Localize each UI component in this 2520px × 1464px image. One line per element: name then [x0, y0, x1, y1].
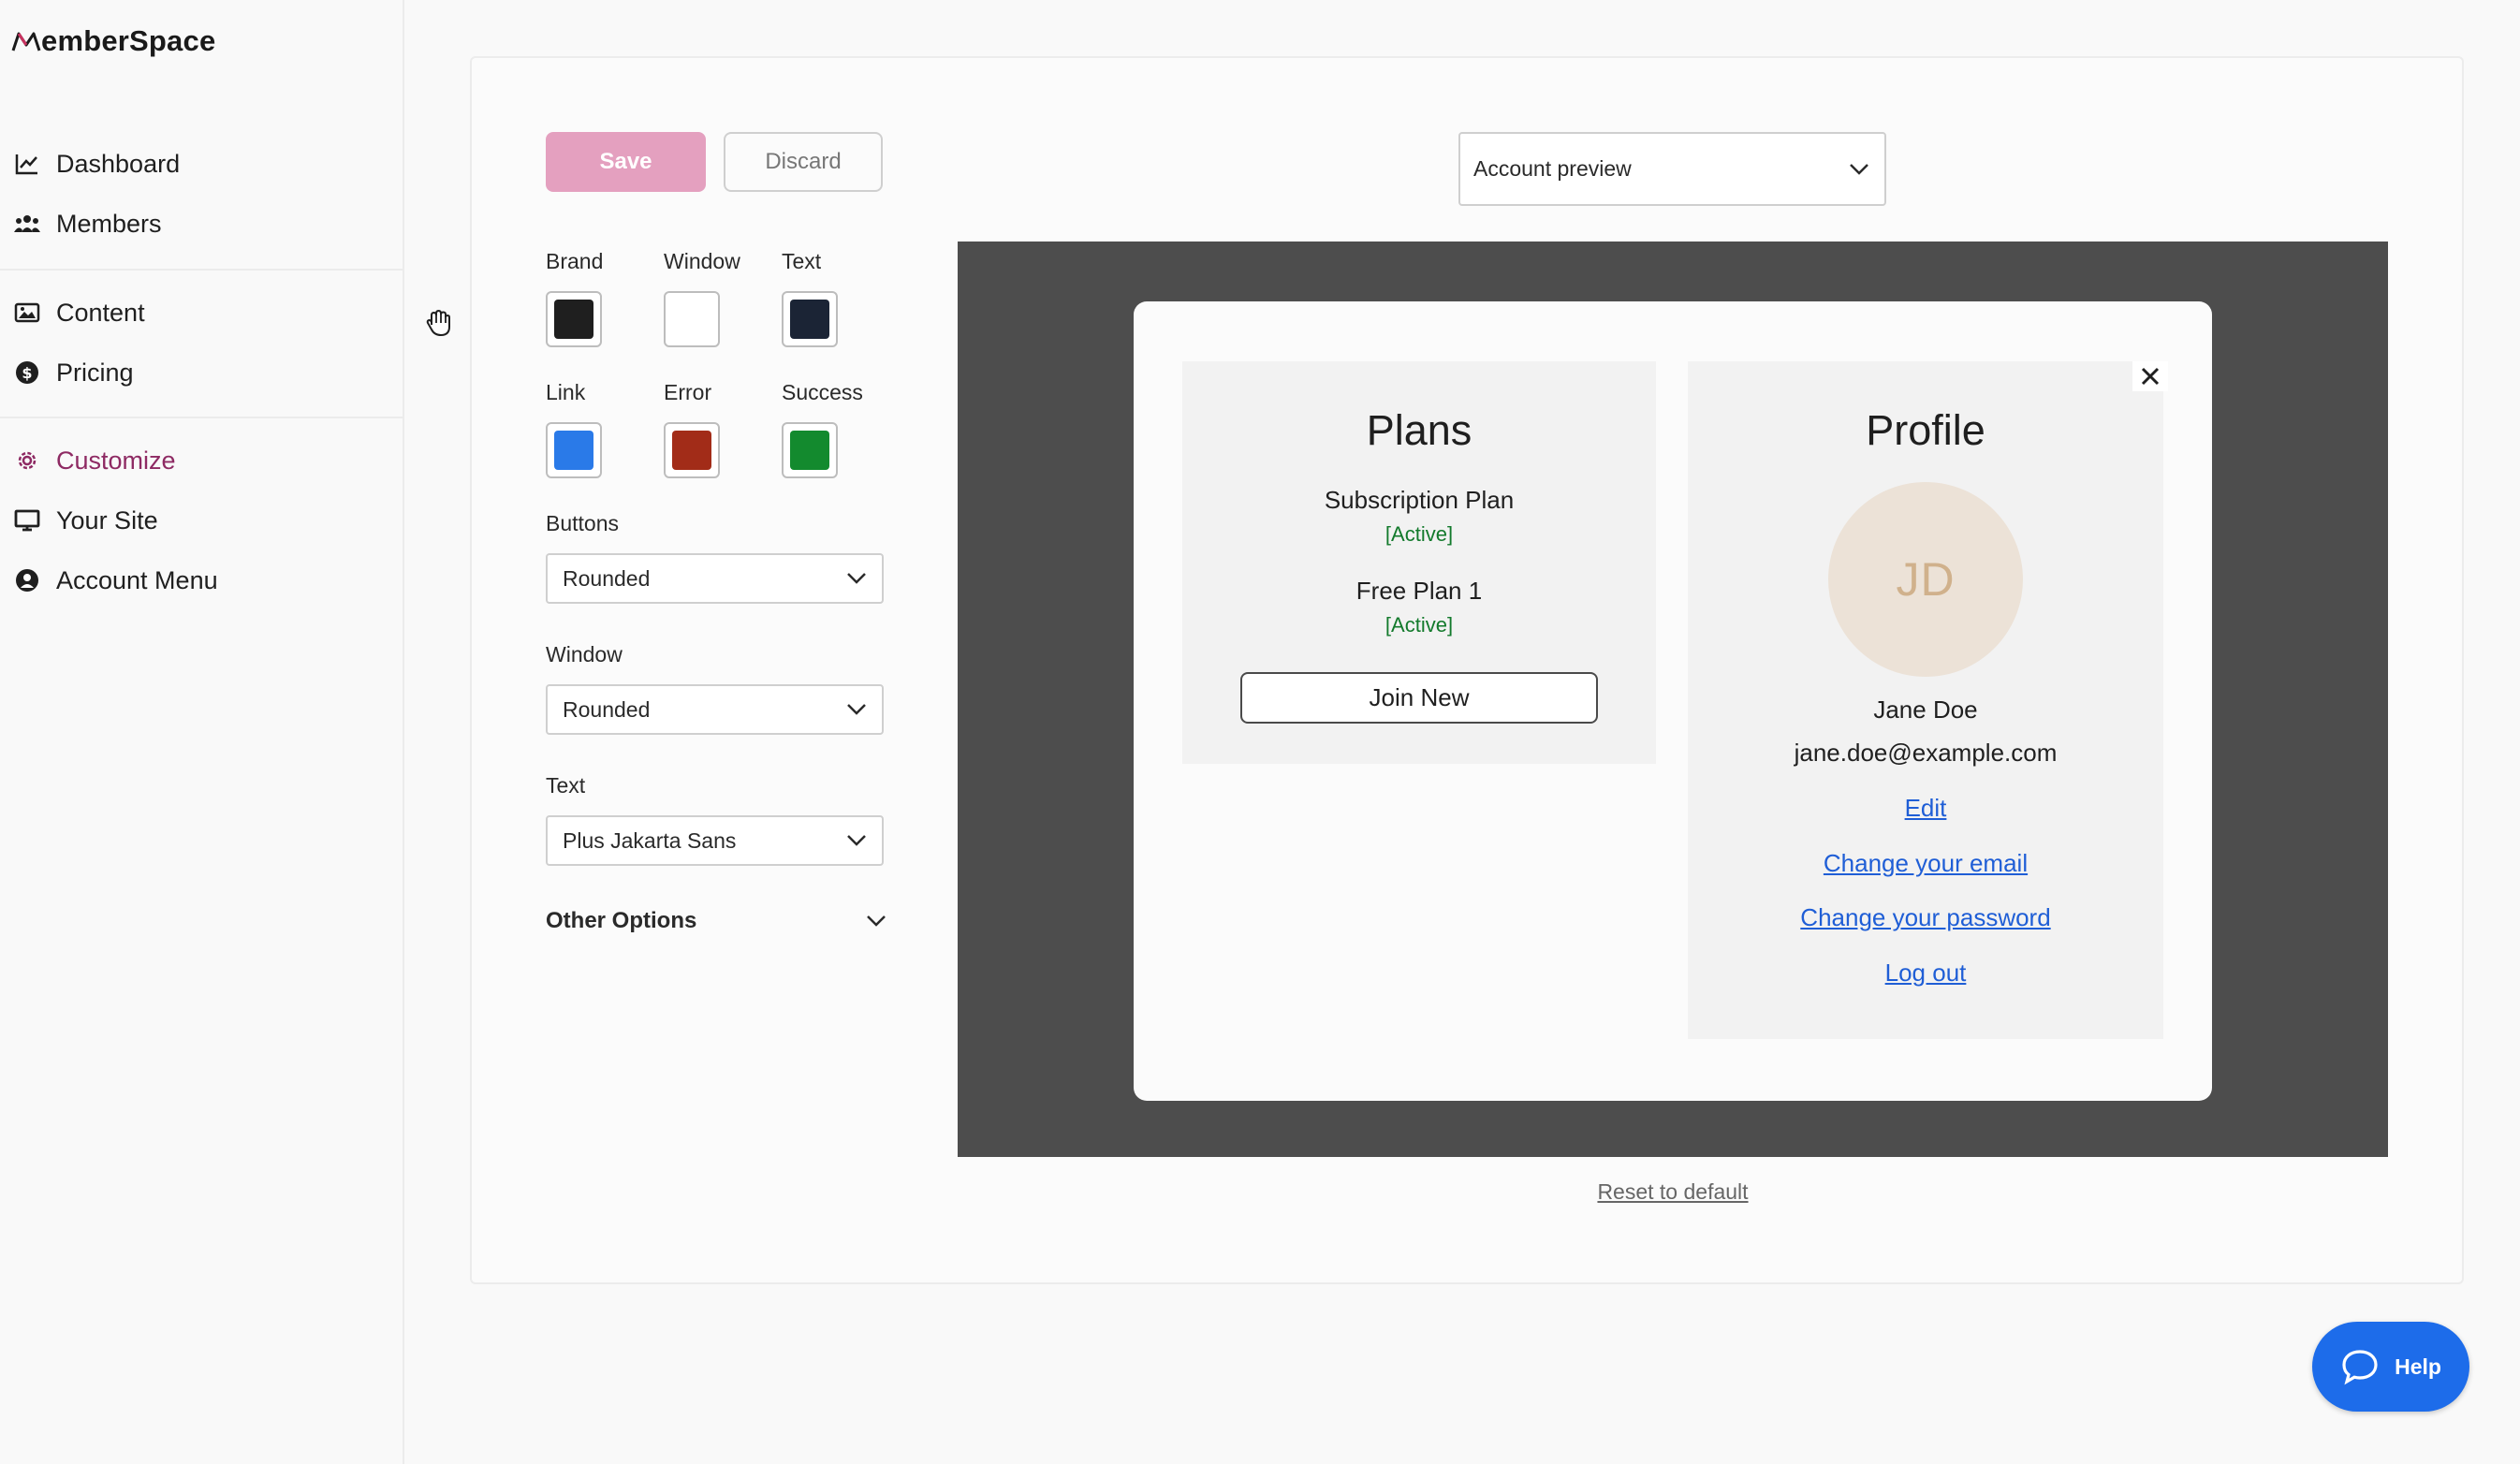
sidebar-item-label: Members	[56, 209, 162, 238]
buttons-style-label: Buttons	[546, 511, 619, 535]
sidebar-item-content[interactable]: Content	[0, 283, 403, 343]
sidebar-item-label: Customize	[56, 446, 176, 475]
text-font-select[interactable]: Plus Jakarta Sans	[546, 815, 884, 866]
join-new-button[interactable]: Join New	[1240, 672, 1598, 724]
sidebar-item-pricing[interactable]: $ Pricing	[0, 343, 403, 403]
user-circle-icon	[13, 566, 41, 594]
other-options-label: Other Options	[546, 908, 697, 933]
brand-color-label: Brand	[546, 249, 604, 273]
avatar: JD	[1828, 482, 2023, 677]
chevron-down-icon	[847, 573, 866, 584]
nav-group-content: Content $ Pricing	[0, 283, 403, 403]
error-color-label: Error	[664, 380, 712, 404]
nav-group-customize: Customize Your Site Account Menu	[0, 431, 403, 610]
sidebar: emberSpace Dashboard Members Content $ P…	[0, 0, 404, 1464]
window-color-label: Window	[664, 249, 740, 273]
sidebar-item-customize[interactable]: Customize	[0, 431, 403, 490]
sidebar-item-account-menu[interactable]: Account Menu	[0, 550, 403, 610]
chevron-down-icon	[847, 835, 866, 846]
text-font-value: Plus Jakarta Sans	[563, 827, 737, 853]
window-color-swatch[interactable]	[664, 291, 720, 347]
chevron-down-icon	[1850, 163, 1868, 175]
app-brand-name: emberSpace	[41, 24, 216, 57]
success-color-swatch[interactable]	[782, 422, 838, 478]
memberspace-logo-icon	[11, 32, 41, 51]
error-color-fill	[672, 431, 711, 470]
text-color-label: Text	[782, 249, 822, 273]
profile-email: jane.doe@example.com	[1794, 739, 2058, 767]
change-email-link[interactable]: Change your email	[1688, 849, 2163, 878]
edit-profile-link[interactable]: Edit	[1688, 794, 2163, 823]
image-icon	[13, 299, 41, 327]
log-out-link[interactable]: Log out	[1688, 959, 2163, 988]
window-style-value: Rounded	[563, 696, 651, 722]
sidebar-item-label: Your Site	[56, 505, 158, 534]
text-color-swatch[interactable]	[782, 291, 838, 347]
nav-group-main: Dashboard Members	[0, 134, 403, 254]
discard-button[interactable]: Discard	[724, 132, 883, 192]
text-font-label: Text	[546, 773, 586, 798]
preview-type-select[interactable]: Account preview	[1458, 132, 1886, 206]
close-icon	[2141, 367, 2160, 386]
buttons-style-value: Rounded	[563, 565, 651, 591]
sidebar-item-label: Pricing	[56, 358, 134, 387]
nav-divider	[0, 269, 403, 271]
plan-name: Subscription Plan	[1324, 486, 1515, 514]
error-color-swatch[interactable]	[664, 422, 720, 478]
chevron-down-icon	[867, 915, 886, 927]
success-color-fill	[790, 431, 829, 470]
save-button[interactable]: Save	[546, 132, 706, 192]
plan-status: [Active]	[1385, 522, 1454, 546]
sidebar-item-label: Account Menu	[56, 565, 218, 594]
plan-name: Free Plan 1	[1355, 577, 1483, 605]
brand-color-fill	[554, 300, 593, 339]
sidebar-item-label: Dashboard	[56, 149, 181, 178]
profile-name: Jane Doe	[1873, 695, 1978, 724]
preview-type-value: Account preview	[1473, 156, 1632, 181]
sidebar-item-dashboard[interactable]: Dashboard	[0, 134, 403, 194]
success-color-label: Success	[782, 380, 863, 404]
brand-color-swatch[interactable]	[546, 291, 602, 347]
help-label: Help	[2395, 1354, 2441, 1379]
sidebar-item-your-site[interactable]: Your Site	[0, 490, 403, 550]
change-password-link[interactable]: Change your password	[1688, 903, 2163, 932]
link-color-label: Link	[546, 380, 586, 404]
avatar-initials: JD	[1896, 553, 1956, 606]
nav-divider	[0, 417, 403, 418]
plan-status: [Active]	[1385, 613, 1454, 637]
other-options-toggle[interactable]: Other Options	[546, 906, 886, 936]
sidebar-item-members[interactable]: Members	[0, 194, 403, 254]
link-color-swatch[interactable]	[546, 422, 602, 478]
text-color-fill	[790, 300, 829, 339]
buttons-style-select[interactable]: Rounded	[546, 553, 884, 604]
close-modal-button[interactable]	[2132, 361, 2168, 391]
chart-line-icon	[13, 150, 41, 178]
help-button[interactable]: Help	[2312, 1322, 2469, 1412]
window-style-label: Window	[546, 642, 623, 666]
grab-hand-icon	[426, 309, 450, 337]
monitor-icon	[13, 506, 41, 534]
sidebar-item-label: Content	[56, 298, 145, 327]
gear-icon	[13, 447, 41, 475]
app-logo[interactable]: emberSpace	[11, 24, 215, 58]
reset-to-default-link[interactable]: Reset to default	[958, 1179, 2388, 1205]
window-color-fill	[672, 300, 711, 339]
link-color-fill	[554, 431, 593, 470]
window-style-select[interactable]: Rounded	[546, 684, 884, 735]
plans-title: Plans	[1366, 406, 1472, 454]
chevron-down-icon	[847, 704, 866, 715]
svg-text:$: $	[22, 364, 32, 382]
dollar-circle-icon: $	[13, 359, 41, 387]
users-icon	[13, 210, 41, 238]
chat-bubble-icon	[2342, 1350, 2378, 1385]
profile-title: Profile	[1866, 406, 1985, 454]
